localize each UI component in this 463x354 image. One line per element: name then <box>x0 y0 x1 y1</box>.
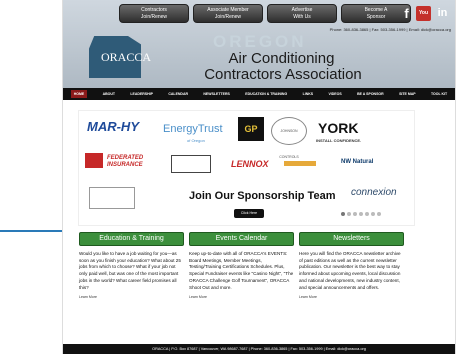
button-line1: Contractors <box>141 7 167 13</box>
sponsor-logo-box[interactable] <box>171 155 211 173</box>
site-frame: Contractors Join/Renew Associate Member … <box>62 0 456 354</box>
slider-dots <box>341 212 381 216</box>
federated-insurance-logo[interactable]: FEDERATED INSURANCE <box>107 155 147 169</box>
newsletters-heading[interactable]: Newsletters <box>299 232 404 246</box>
events-heading[interactable]: Events Calendar <box>189 232 294 246</box>
york-logo[interactable]: YORK <box>318 120 358 136</box>
nav-tool-kit[interactable]: TOOL KIT <box>431 92 447 96</box>
events-learn-more-link[interactable]: Learn More <box>189 295 294 299</box>
newsletters-learn-more-link[interactable]: Learn More <box>299 295 404 299</box>
button-line1: Advertise <box>291 7 313 13</box>
advertise-button[interactable]: Advertise With Us <box>267 4 337 23</box>
mar-hy-logo[interactable]: MAR-HY <box>87 119 139 134</box>
newsletters-column: Newsletters Here you will find the ORACC… <box>299 232 404 299</box>
page-accent-line <box>0 230 64 232</box>
contact-info: Phone: 360-836-3865 | Fax: 503-356-1999 … <box>329 27 451 32</box>
click-here-button[interactable]: Click Here <box>234 209 264 218</box>
education-column: Education & Training Would you like to h… <box>79 232 184 299</box>
slider-dot[interactable] <box>371 212 375 216</box>
iwwc-logo[interactable] <box>89 187 135 209</box>
slider-dot[interactable] <box>347 212 351 216</box>
linkedin-icon[interactable]: in <box>435 6 450 21</box>
j-logo[interactable] <box>85 153 103 168</box>
facebook-icon[interactable]: f <box>399 6 414 21</box>
newsletters-text: Here you will find the ORACCA newsletter… <box>299 251 401 290</box>
main-nav: HOME ABOUT LEADERSHIP CALENDAR NEWSLETTE… <box>63 88 455 100</box>
button-line1: Associate Member <box>207 7 249 13</box>
site-title-line1: Air Conditioning <box>228 50 335 67</box>
slider-dot[interactable] <box>365 212 369 216</box>
education-heading[interactable]: Education & Training <box>79 232 184 246</box>
site-footer: ORACCA | P.O. Box 87687 | Vancouver, WA … <box>63 344 455 354</box>
nw-natural-logo[interactable]: NW Natural <box>341 159 373 165</box>
youtube-icon[interactable]: You <box>416 6 431 21</box>
slider-dot[interactable] <box>377 212 381 216</box>
nav-videos[interactable]: VIDEOS <box>328 92 341 96</box>
button-line2: With Us <box>293 14 311 20</box>
events-text: Keep up-to-date with all of ORACCA's EVE… <box>189 251 294 290</box>
button-line2: Join/Renew <box>140 14 168 20</box>
nav-site-map[interactable]: SITE MAP <box>399 92 416 96</box>
york-tagline: INSTALL CONFIDENCE. <box>316 138 362 143</box>
nav-education-training[interactable]: EDUCATION & TRAINING <box>245 92 287 96</box>
nav-home[interactable]: HOME <box>70 90 88 98</box>
education-text: Would you like to have a job waiting for… <box>79 251 181 290</box>
energy-trust-logo[interactable]: EnergyTrust <box>163 123 223 135</box>
johnson-controls-logo[interactable]: JOHNSON CONTROLS <box>271 117 307 159</box>
energy-trust-subtitle: of Oregon <box>187 138 205 143</box>
sponsor-logo-bar[interactable] <box>284 161 316 166</box>
nav-be-a-sponsor[interactable]: BE A SPONSOR <box>357 92 384 96</box>
events-column: Events Calendar Keep up-to-date with all… <box>189 232 294 299</box>
associate-member-join-button[interactable]: Associate Member Join/Renew <box>193 4 263 23</box>
education-learn-more-link[interactable]: Learn More <box>79 295 184 299</box>
slider-dot[interactable] <box>359 212 363 216</box>
site-header: Contractors Join/Renew Associate Member … <box>63 0 455 88</box>
nav-calendar[interactable]: CALENDAR <box>168 92 188 96</box>
slider-dot[interactable] <box>353 212 357 216</box>
nav-about[interactable]: ABOUT <box>103 92 115 96</box>
gp-logo[interactable]: GP <box>238 117 264 141</box>
button-line2: Join/Renew <box>214 14 242 20</box>
oracca-logo-text: ORACCA <box>101 50 152 64</box>
sponsorship-heading: Join Our Sponsorship Team <box>189 190 336 202</box>
oregon-heading: OREGON <box>213 32 307 51</box>
nav-leadership[interactable]: LEADERSHIP <box>130 92 153 96</box>
nav-newsletters[interactable]: NEWSLETTERS <box>203 92 229 96</box>
nav-links[interactable]: LINKS <box>303 92 314 96</box>
contractors-join-button[interactable]: Contractors Join/Renew <box>119 4 189 23</box>
slider-dot[interactable] <box>341 212 345 216</box>
lennox-logo[interactable]: LENNOX <box>231 159 269 169</box>
connexion-logo[interactable]: connexion <box>351 187 397 198</box>
sponsor-slider: MAR-HY EnergyTrust of Oregon GP JOHNSON … <box>78 110 415 226</box>
site-title-line2: Contractors Association <box>204 66 362 83</box>
